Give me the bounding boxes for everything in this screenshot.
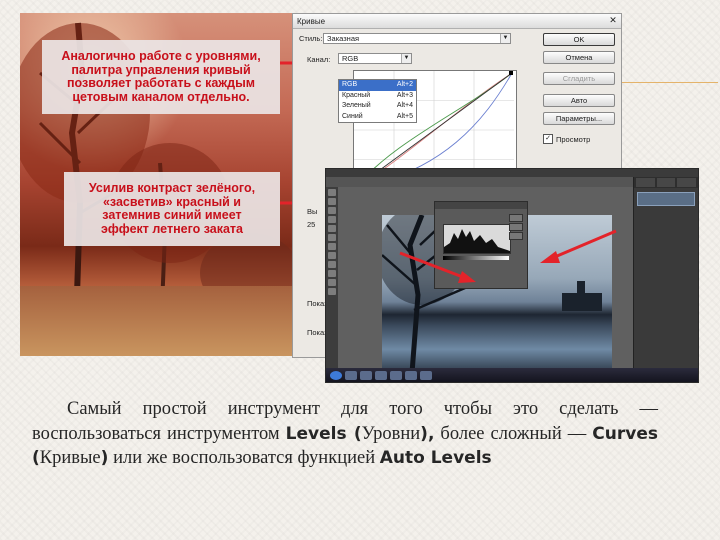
channel-option-blue[interactable]: Синий Alt+5 (339, 112, 416, 123)
channel-option-label: Зеленый (342, 102, 371, 109)
levels-cancel-button[interactable] (509, 223, 523, 231)
taskbar-app-icon[interactable] (390, 370, 402, 380)
channel-select[interactable]: RGB ▼ (338, 53, 412, 64)
options-button[interactable]: Параметры... (543, 112, 615, 125)
smooth-button[interactable]: Сгладить (543, 72, 615, 85)
caption-part2: более сложный — (434, 423, 593, 444)
ps-menubar (326, 169, 698, 177)
layer-thumbnail[interactable] (637, 192, 695, 206)
caption-term-levels: Levels ( (285, 423, 362, 444)
taskbar-app-icon[interactable] (375, 370, 387, 380)
channel-option-shortcut: Alt+3 (396, 91, 413, 99)
callout-sunset-text: Усилив контраст зелёного, «засветив» кра… (88, 181, 256, 236)
curves-titlebar: Кривые (293, 14, 621, 29)
side-label-v: Вы (307, 207, 318, 216)
gradient-tool-icon[interactable] (328, 288, 336, 295)
clone-tool-icon[interactable] (328, 279, 336, 286)
levels-ok-button[interactable] (509, 214, 523, 222)
levels-titlebar (435, 202, 527, 209)
channel-option-shortcut: Alt+2 (396, 81, 413, 88)
start-button-icon[interactable] (330, 370, 342, 380)
panel-tab[interactable] (636, 178, 655, 187)
callout-channels: Аналогично работе с уровнями, палитра уп… (42, 40, 280, 114)
panel-tab[interactable] (656, 178, 676, 187)
style-value: Заказная (327, 34, 360, 43)
chevron-down-icon: ▼ (401, 54, 411, 63)
style-select[interactable]: Заказная ▼ (323, 33, 511, 44)
channel-option-red[interactable]: Красный Alt+3 (339, 91, 416, 102)
channel-value: RGB (342, 54, 359, 63)
channel-option-label: RGB (342, 81, 358, 88)
red-arrow-icon (540, 229, 617, 263)
windows-taskbar (326, 368, 698, 382)
photoshop-window (325, 168, 699, 383)
ps-canvas-area (338, 187, 634, 373)
caption-text: Самый простой инструмент для того чтобы … (32, 397, 658, 471)
caption-part3: или же воспользоватся функцией (108, 448, 380, 468)
ps-toolbox (326, 187, 338, 368)
brush-tool-icon[interactable] (328, 243, 336, 250)
sandy-ground (20, 286, 292, 356)
channel-option-rgb[interactable]: RGB Alt+2 (339, 80, 416, 91)
callout-channels-text: Аналогично работе с уровнями, палитра уп… (61, 49, 261, 104)
curves-title: Кривые (297, 16, 326, 26)
marquee-tool-icon[interactable] (328, 225, 336, 232)
taskbar-app-icon[interactable] (420, 370, 432, 380)
levels-auto-button[interactable] (509, 232, 523, 240)
text-tool-icon[interactable] (328, 270, 336, 277)
callout-sunset-effect: Усилив контраст зелёного, «засветив» кра… (64, 172, 280, 246)
hand-tool-icon[interactable] (328, 207, 336, 214)
taskbar-app-icon[interactable] (405, 370, 417, 380)
taskbar-app-icon[interactable] (345, 370, 357, 380)
channel-option-label: Синий (342, 112, 363, 120)
zoom-tool-icon[interactable] (328, 198, 336, 205)
panel-tabs (634, 177, 698, 188)
side-label-n: 25 (307, 220, 316, 229)
eraser-tool-icon[interactable] (328, 252, 336, 259)
style-label: Стиль: (299, 34, 323, 43)
preview-label: Просмотр (556, 134, 591, 144)
crop-tool-icon[interactable] (328, 261, 336, 268)
preview-checkbox[interactable]: ✓ Просмотр (543, 134, 590, 144)
ps-layers-panel (633, 177, 698, 368)
caption-term-levels-close: ), (420, 423, 435, 444)
eyedropper-tool-icon[interactable] (328, 216, 336, 223)
chevron-down-icon: ▼ (500, 34, 510, 43)
channel-dropdown-menu: RGB Alt+2 Красный Alt+3 Зеленый Alt+4 Си… (338, 79, 417, 123)
ok-button[interactable]: OK (543, 33, 615, 46)
accent-line (622, 82, 718, 83)
channel-option-green[interactable]: Зеленый Alt+4 (339, 101, 416, 112)
close-icon[interactable]: ✕ (607, 15, 619, 26)
caption-term-auto-levels: Auto Levels (379, 448, 492, 468)
panel-tab[interactable] (677, 178, 697, 187)
cancel-button[interactable]: Отмена (543, 51, 615, 64)
caption-term-levels-ru: Уровни (361, 423, 421, 444)
caption-term-curves-ru: Кривые (39, 448, 101, 468)
channel-option-shortcut: Alt+4 (396, 102, 413, 109)
channel-option-label: Красный (342, 91, 371, 99)
red-arrow-icon (399, 251, 476, 283)
channel-option-shortcut: Alt+5 (396, 112, 413, 120)
move-tool-icon[interactable] (328, 189, 336, 196)
taskbar-app-icon[interactable] (360, 370, 372, 380)
auto-button[interactable]: Авто (543, 94, 615, 107)
lasso-tool-icon[interactable] (328, 234, 336, 241)
channel-label: Канал: (307, 55, 331, 64)
checkmark-icon: ✓ (543, 134, 553, 144)
